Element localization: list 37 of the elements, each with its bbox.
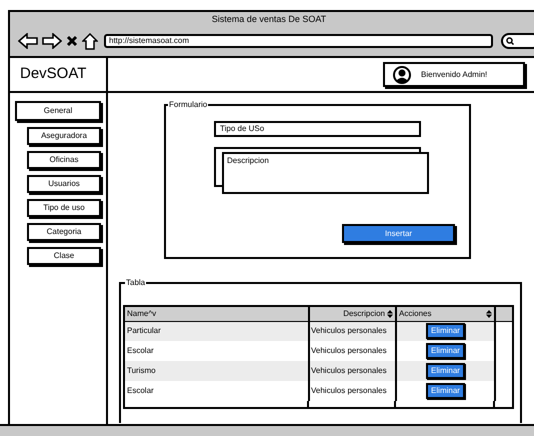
welcome-text: Bienvenido Admin! [421,68,488,80]
table-cell: Turismo [125,361,309,381]
close-icon[interactable] [66,35,78,47]
search-field[interactable] [501,33,534,49]
sidebar-item[interactable]: Tipo de uso [27,199,101,217]
table-cell: Vehiculos personales [309,341,396,361]
sidebar-item[interactable]: Aseguradora [27,127,101,145]
table-cell: Particular [125,321,309,341]
table-cell: Escolar [125,341,309,361]
search-icon [506,37,514,45]
back-icon[interactable] [18,33,38,49]
delete-button[interactable]: Eliminar [426,383,465,399]
delete-button[interactable]: Eliminar [426,363,465,379]
sidebar-item[interactable]: Oficinas [27,151,101,169]
logo-text: DevSOAT [20,64,86,84]
home-icon[interactable] [82,32,98,50]
sidebar-item[interactable]: General [15,101,101,121]
sidebar-item[interactable]: Usuarios [27,175,101,193]
sort-icon [387,310,393,318]
form-legend: Formulario [168,99,208,111]
table-cell: Vehiculos personales [309,361,396,381]
table-cell: Vehiculos personales [309,381,396,401]
insert-button[interactable]: Insertar [342,224,455,243]
window-title: Sistema de ventas De SOAT [212,14,326,24]
text-field[interactable]: Tipo de USo [214,121,421,137]
delete-button[interactable]: Eliminar [426,343,465,359]
sidebar-item[interactable]: Clase [27,247,101,265]
delete-button[interactable]: Eliminar [426,323,465,340]
table-cell: Vehiculos personales [309,321,396,341]
address-field[interactable]: http://sistemasoat.com [104,34,493,48]
forward-icon[interactable] [42,33,62,49]
user-avatar-icon [393,66,411,84]
sort-icon [486,310,492,318]
sidebar-item[interactable]: Categoria [27,223,101,241]
table-cell: Escolar [125,381,309,401]
user-badge[interactable]: Bienvenido Admin! [383,62,525,87]
table-legend: Tabla [125,277,146,289]
